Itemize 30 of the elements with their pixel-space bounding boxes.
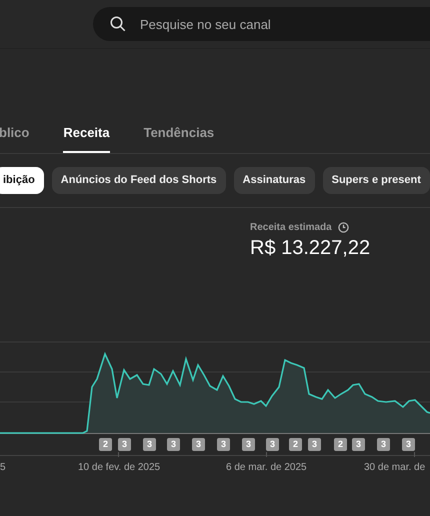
video-count-badge[interactable]: 3: [217, 438, 230, 451]
x-axis-label: 5: [0, 462, 6, 473]
x-axis-label: 6 de mar. de 2025: [226, 462, 307, 473]
search-field[interactable]: Pesquise no seu canal: [93, 7, 430, 41]
tab[interactable]: Tendências: [144, 123, 214, 153]
video-count-badge[interactable]: 3: [167, 438, 180, 451]
search-icon: [109, 15, 127, 33]
metric-label: Receita estimada: [250, 222, 332, 233]
filter-chip[interactable]: Anúncios do Feed dos Shorts: [52, 167, 226, 194]
video-count-badge[interactable]: 3: [118, 438, 131, 451]
metric-value: R$ 13.227,22: [250, 237, 370, 260]
filter-chip[interactable]: ibição: [0, 167, 44, 194]
tab[interactable]: Receita: [63, 123, 110, 153]
video-count-badge[interactable]: 3: [308, 438, 321, 451]
video-count-badge[interactable]: 3: [266, 438, 279, 451]
video-count-badge[interactable]: 3: [352, 438, 365, 451]
video-count-badge[interactable]: 2: [289, 438, 302, 451]
video-count-badge[interactable]: 2: [334, 438, 347, 451]
clock-icon: [338, 222, 349, 233]
filter-chip[interactable]: Assinaturas: [234, 167, 315, 194]
tab[interactable]: blico: [0, 123, 30, 153]
x-axis-label: 30 de mar. de: [364, 462, 426, 473]
video-count-badge[interactable]: 3: [192, 438, 205, 451]
video-count-badge[interactable]: 3: [377, 438, 390, 451]
video-count-badge[interactable]: 3: [143, 438, 156, 451]
x-axis-label: 10 de fev. de 2025: [78, 462, 160, 473]
video-count-badge[interactable]: 3: [242, 438, 255, 451]
video-count-badge[interactable]: 3: [402, 438, 415, 451]
filter-chip[interactable]: Supers e present: [322, 167, 430, 194]
video-count-badge[interactable]: 2: [99, 438, 112, 451]
